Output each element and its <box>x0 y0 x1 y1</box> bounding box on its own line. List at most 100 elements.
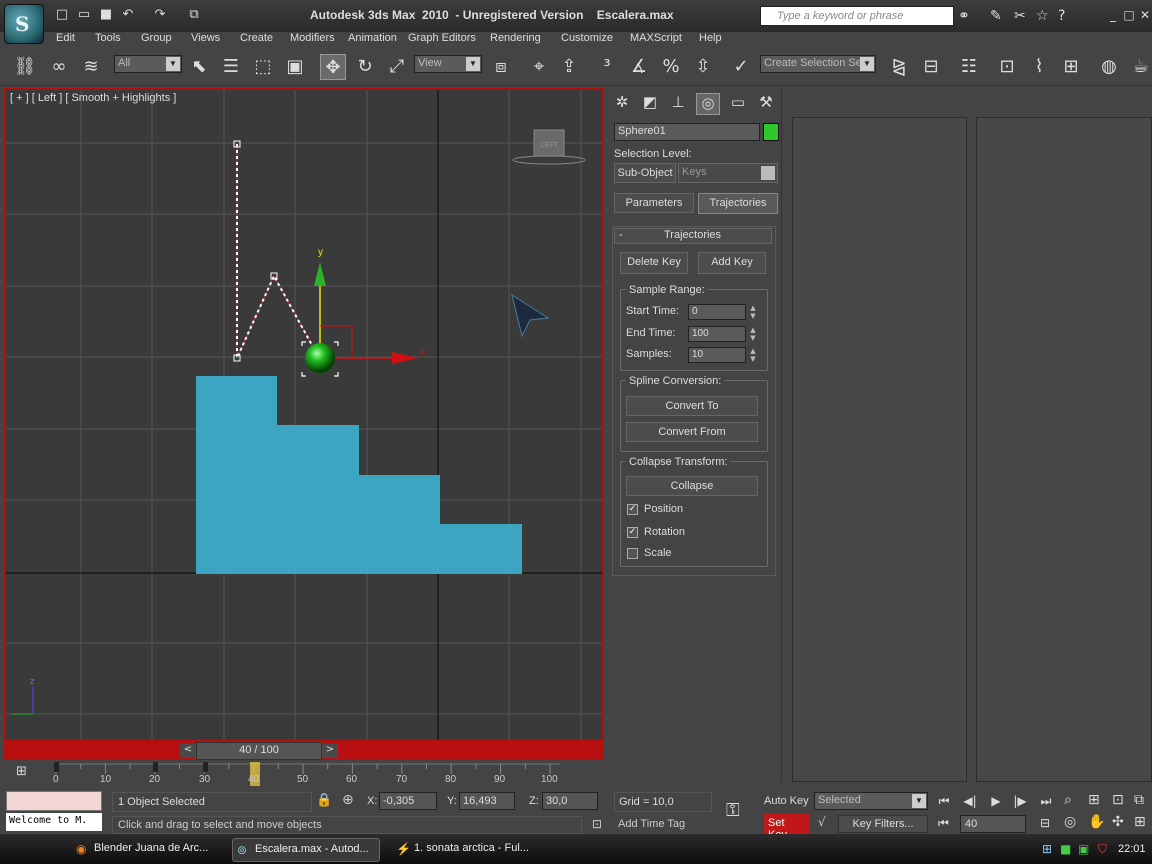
zoom-all-icon[interactable]: ⊞ <box>1088 792 1100 808</box>
project-folder-icon[interactable]: ⧉ <box>186 8 202 22</box>
go-to-end-icon[interactable]: ⏭ <box>1036 794 1056 810</box>
next-frame-icon[interactable]: |▶ <box>1010 794 1030 810</box>
keyframe-marker[interactable] <box>153 762 158 772</box>
reference-coordinate-dropdown[interactable]: View ▼ <box>414 55 482 73</box>
display-tab-icon[interactable]: ▭ <box>726 93 750 115</box>
default-in-out-tangent-key-icon[interactable]: ⚿ <box>726 800 740 821</box>
convert-from-button[interactable]: Convert From <box>626 422 758 442</box>
menu-help[interactable]: Help <box>699 32 722 44</box>
select-and-move-icon[interactable]: ✥ <box>320 54 346 80</box>
minimize-icon[interactable]: _ <box>1106 8 1120 22</box>
scale-checkbox[interactable] <box>627 548 638 559</box>
trajectories-tab[interactable]: Trajectories <box>698 193 778 214</box>
menu-modifiers[interactable]: Modifiers <box>290 32 335 44</box>
security-tray-icon[interactable]: ⛉ <box>1098 842 1107 857</box>
lock-selection-icon[interactable]: 🔒 <box>316 793 332 808</box>
viewport-label[interactable]: [ + ] [ Left ] [ Smooth + Highlights ] <box>10 92 176 104</box>
favorites-star-icon[interactable]: ☆ <box>1036 8 1049 24</box>
current-frame-field[interactable]: 40 <box>960 815 1026 833</box>
new-file-icon[interactable]: □ <box>54 8 70 22</box>
add-time-tag[interactable]: Add Time Tag <box>614 816 714 834</box>
set-key-button[interactable]: Set Key <box>764 814 810 841</box>
key-filters-button[interactable]: Key Filters... <box>838 815 928 833</box>
communication-center-icon[interactable]: ✎ <box>990 8 1002 24</box>
motion-tab-icon[interactable]: ◎ <box>696 93 720 115</box>
mirror-icon[interactable]: ⧎ <box>886 54 912 80</box>
taskbar-item-blender[interactable]: ◉ Blender Juana de Arc... <box>72 838 218 862</box>
keyframe-marker[interactable] <box>54 762 59 772</box>
hierarchy-tab-icon[interactable]: ⊥ <box>666 93 690 115</box>
menu-views[interactable]: Views <box>191 32 220 44</box>
end-time-field[interactable]: 100 <box>688 326 746 342</box>
modify-tab-icon[interactable]: ◩ <box>638 93 662 115</box>
save-file-icon[interactable]: ■ <box>98 8 114 22</box>
messenger-tray-icon[interactable]: ■ <box>1060 842 1071 856</box>
select-manipulate-icon[interactable]: ⌖ <box>526 54 552 80</box>
prev-frame-arrow-icon[interactable]: < <box>180 744 196 758</box>
graphite-tools-icon[interactable]: ⊡ <box>994 54 1020 80</box>
collapse-button[interactable]: Collapse <box>626 476 758 496</box>
unlink-selection-icon[interactable]: ∞ <box>46 54 72 80</box>
viewport-left[interactable]: y x LEFT z <box>4 88 604 742</box>
open-mini-curve-editor-icon[interactable]: ⊞ <box>16 764 27 779</box>
selection-filter-dropdown[interactable]: All ▼ <box>114 55 182 73</box>
rectangular-selection-icon[interactable]: ⬚ <box>250 54 276 80</box>
time-configuration-icon[interactable]: ⊟ <box>1040 816 1050 830</box>
motion-trajectory[interactable] <box>236 144 320 359</box>
taskbar-item-music[interactable]: ⚡ 1. sonata arctica - Ful... <box>392 838 538 862</box>
y-coordinate-field[interactable]: 16,493 <box>459 792 515 810</box>
position-checkbox[interactable]: ✓ <box>627 504 638 515</box>
samples-field[interactable]: 10 <box>688 347 746 363</box>
samples-spinner-icon[interactable]: ▲ ▼ <box>748 347 758 363</box>
select-and-rotate-icon[interactable]: ↻ <box>352 54 378 80</box>
spinner-snap-icon[interactable]: ⇳ <box>690 54 716 80</box>
start-time-spinner-icon[interactable]: ▲ ▼ <box>748 304 758 320</box>
maxscript-listener-mini[interactable] <box>6 791 102 811</box>
open-file-icon[interactable]: ▭ <box>76 8 92 22</box>
end-time-spinner-icon[interactable]: ▲ ▼ <box>748 326 758 342</box>
select-by-name-icon[interactable]: ☰ <box>218 54 244 80</box>
go-to-start-icon[interactable]: ⏮ <box>934 794 954 810</box>
edit-named-selection-icon[interactable]: ✓ <box>728 54 754 80</box>
render-setup-icon[interactable]: ☕ <box>1128 54 1152 80</box>
binoculars-icon[interactable]: ⚭ <box>958 8 970 24</box>
menu-create[interactable]: Create <box>240 32 273 44</box>
object-color-swatch[interactable] <box>763 123 779 141</box>
percent-snap-icon[interactable]: % <box>658 54 684 80</box>
bind-space-warp-icon[interactable]: ≋ <box>78 54 104 80</box>
z-coordinate-field[interactable]: 30,0 <box>542 792 598 810</box>
schematic-view-icon[interactable]: ⊞ <box>1058 54 1084 80</box>
play-icon[interactable]: ▶ <box>986 794 1006 810</box>
search-input[interactable]: Type a keyword or phrase <box>760 6 954 26</box>
keyboard-shortcut-override-icon[interactable]: ⇪ <box>556 54 582 80</box>
add-key-button[interactable]: Add Key <box>698 252 766 274</box>
pan-view-icon[interactable]: ✋ <box>1088 814 1105 830</box>
select-and-link-icon[interactable]: ⛓ <box>12 54 38 80</box>
start-time-field[interactable]: 0 <box>688 304 746 320</box>
sphere01-object[interactable] <box>305 343 335 373</box>
key-filter-icon[interactable]: √ <box>818 815 826 829</box>
zoom-extents-icon[interactable]: ⊡ <box>1112 792 1124 808</box>
named-selection-dropdown[interactable]: Create Selection Se ▼ <box>760 55 876 73</box>
pivot-center-icon[interactable]: ⧈ <box>488 54 514 80</box>
select-and-scale-icon[interactable]: ⤢ <box>384 54 410 80</box>
maximize-viewport-icon[interactable]: ⊞ <box>1134 814 1146 830</box>
app-menu-button[interactable]: S <box>4 4 44 44</box>
orbit-icon[interactable]: ✣ <box>1112 814 1124 830</box>
menu-customize[interactable]: Customize <box>561 32 613 44</box>
menu-graph-editors[interactable]: Graph Editors <box>408 32 476 44</box>
menu-animation[interactable]: Animation <box>348 32 397 44</box>
maxscript-welcome[interactable]: Welcome to M. <box>6 813 102 831</box>
snaps-toggle-icon[interactable]: ³ <box>594 54 620 80</box>
auto-key-button[interactable]: Auto Key <box>762 792 812 812</box>
layer-manager-icon[interactable]: ☷ <box>956 54 982 80</box>
utilities-tab-icon[interactable]: ⚒ <box>754 93 778 115</box>
menu-tools[interactable]: Tools <box>95 32 121 44</box>
menu-group[interactable]: Group <box>141 32 172 44</box>
object-name-field[interactable]: Sphere01 <box>614 123 760 141</box>
network-tray-icon[interactable]: ⊞ <box>1042 842 1052 856</box>
close-icon[interactable]: ✕ <box>1138 8 1152 22</box>
menu-maxscript[interactable]: MAXScript <box>630 32 682 44</box>
undo-icon[interactable]: ↶ <box>120 8 136 22</box>
menu-rendering[interactable]: Rendering <box>490 32 541 44</box>
